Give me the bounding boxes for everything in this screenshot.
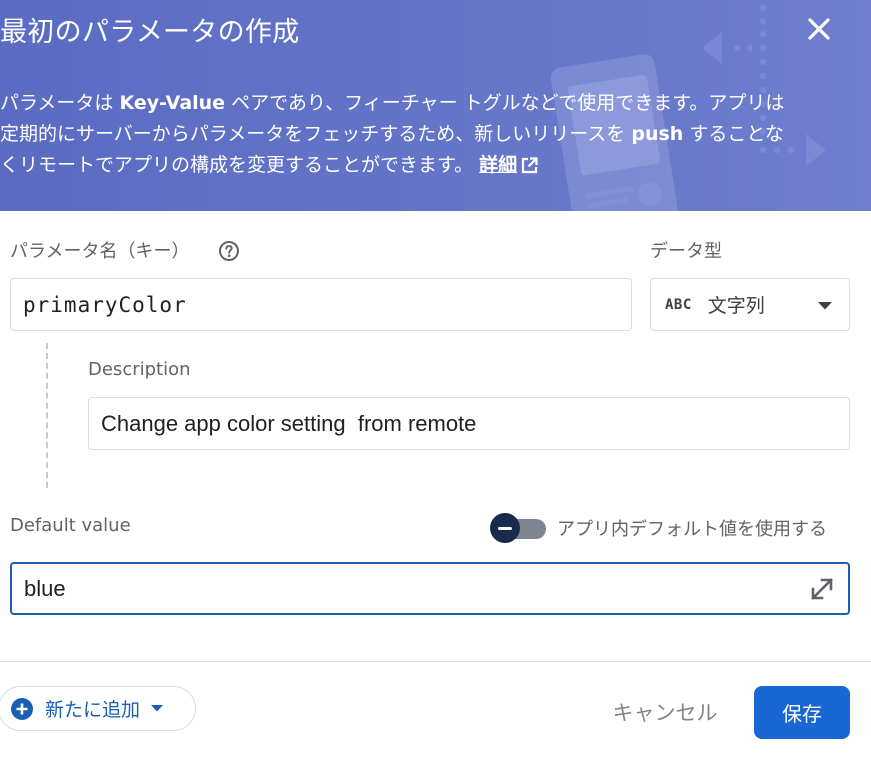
learn-more-label: 詳細 (479, 154, 518, 176)
footer-divider (0, 661, 871, 662)
add-new-label: 新たに追加 (45, 699, 141, 721)
data-type-value: 文字列 (707, 295, 765, 317)
default-value-label: Default value (10, 515, 131, 536)
toggle-minus-icon (490, 513, 520, 543)
expand-icon[interactable] (808, 575, 836, 603)
add-circle-icon (11, 697, 33, 720)
save-button[interactable]: 保存 (754, 686, 850, 739)
cancel-button[interactable]: キャンセル (600, 690, 730, 734)
description-input[interactable] (101, 410, 849, 437)
abc-type-icon: ABC (665, 296, 692, 313)
description-indent-rule (46, 343, 48, 488)
param-name-input[interactable] (23, 292, 631, 317)
description-label: Description (88, 359, 191, 380)
use-in-app-default-label: アプリ内デフォルト値を使用する (557, 519, 827, 540)
dropdown-caret-icon (151, 705, 164, 712)
param-name-field (10, 278, 632, 331)
dialog-description: パラメータは Key-Value ペアであり、フィーチャー トグルなどで使用でき… (0, 88, 790, 181)
help-icon[interactable] (218, 240, 240, 262)
description-key-value: Key-Value (119, 92, 226, 114)
description-push: push (631, 123, 684, 145)
data-type-label: データ型 (650, 241, 722, 262)
learn-more-link[interactable]: 詳細 (479, 154, 538, 176)
data-type-select[interactable]: ABC 文字列 (650, 278, 850, 331)
description-field (88, 397, 850, 450)
add-new-button[interactable]: 新たに追加 (0, 686, 196, 731)
use-in-app-default-toggle[interactable] (490, 513, 548, 543)
external-link-icon (522, 157, 538, 174)
default-value-field (10, 562, 850, 615)
param-name-label: パラメータ名（キー） (10, 241, 190, 262)
dropdown-caret-icon (818, 302, 832, 310)
default-value-input[interactable] (24, 575, 848, 602)
dialog-header: 最初のパラメータの作成 パラメータは Key-Value ペアであり、フィーチャ… (0, 0, 871, 211)
description-text: パラメータは (0, 92, 120, 114)
